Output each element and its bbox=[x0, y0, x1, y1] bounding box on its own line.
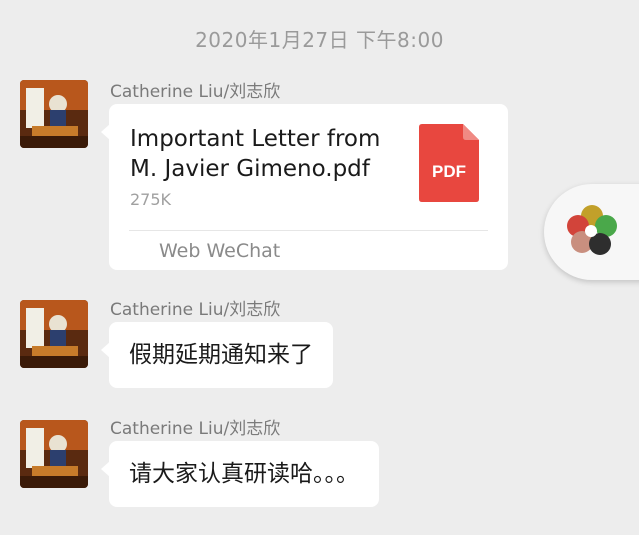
file-bubble[interactable]: Important Letter from M. Javier Gimeno.p… bbox=[101, 104, 508, 270]
pdf-file-icon: PDF bbox=[419, 124, 479, 202]
avatar[interactable] bbox=[20, 300, 88, 368]
file-title: Important Letter from M. Javier Gimeno.p… bbox=[130, 124, 400, 184]
avatar[interactable] bbox=[20, 80, 88, 148]
file-title-line: Important Letter from bbox=[130, 126, 381, 152]
pdf-icon-label: PDF bbox=[432, 162, 466, 181]
sender-name: Catherine Liu/刘志欣 bbox=[110, 300, 281, 320]
sender-name: Catherine Liu/刘志欣 bbox=[110, 82, 281, 102]
avatar[interactable] bbox=[20, 420, 88, 488]
text-bubble[interactable]: 请大家认真研读哈。。。 bbox=[101, 441, 379, 507]
file-title-line: M. Javier Gimeno.pdf bbox=[130, 156, 370, 182]
floating-action-button[interactable] bbox=[544, 184, 639, 280]
sender-name: Catherine Liu/刘志欣 bbox=[110, 419, 281, 439]
text-bubble[interactable]: 假期延期通知来了 bbox=[101, 322, 333, 388]
file-source: Web WeChat bbox=[159, 240, 281, 262]
timestamp: 2020年1月27日 下午8:00 bbox=[195, 28, 444, 52]
divider bbox=[129, 230, 488, 231]
multicolor-flower-icon bbox=[567, 205, 617, 255]
file-size: 275K bbox=[130, 190, 172, 209]
